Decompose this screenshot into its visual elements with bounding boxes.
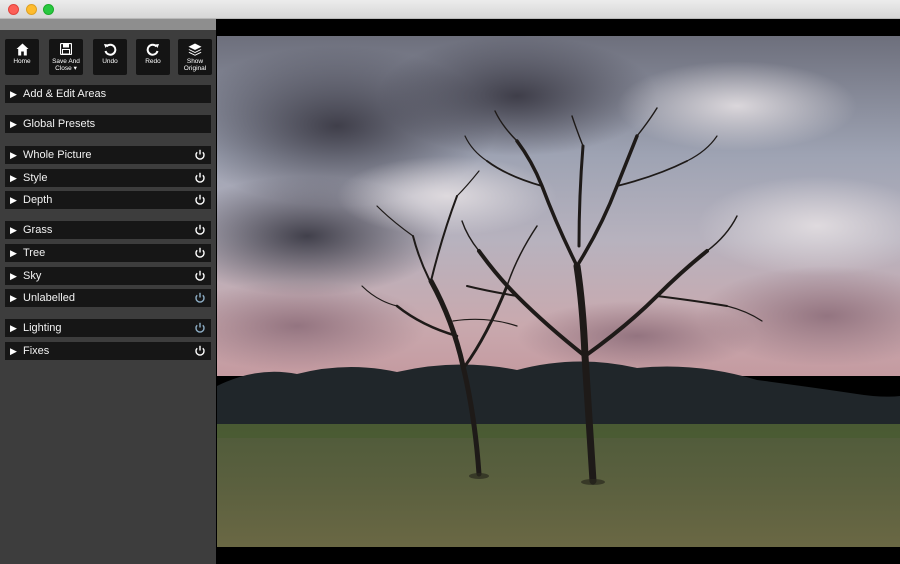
show-label-line1: Show	[186, 58, 204, 65]
save-and-close-label: Save And Close ▾	[52, 58, 80, 72]
power-icon[interactable]	[194, 194, 206, 206]
undo-button[interactable]: Undo	[93, 39, 127, 75]
section-unlabelled[interactable]: ▶ Unlabelled	[5, 289, 211, 307]
save-label-line1: Save And	[52, 58, 80, 65]
redo-label: Redo	[145, 58, 161, 65]
undo-icon	[103, 42, 117, 56]
section-sky[interactable]: ▶ Sky	[5, 267, 211, 285]
power-icon[interactable]	[194, 224, 206, 236]
section-lighting[interactable]: ▶ Lighting	[5, 319, 211, 337]
section-style[interactable]: ▶ Style	[5, 169, 211, 187]
section-depth[interactable]: ▶ Depth	[5, 191, 211, 209]
expand-arrow-icon: ▶	[10, 248, 17, 258]
power-icon[interactable]	[194, 149, 206, 161]
home-label: Home	[13, 58, 31, 65]
section-label: Depth	[23, 194, 53, 206]
section-global-presets[interactable]: ▶ Global Presets	[5, 115, 211, 133]
expand-arrow-icon: ▶	[10, 346, 17, 356]
expand-arrow-icon: ▶	[10, 271, 17, 281]
save-label-line2: Close ▾	[55, 65, 77, 72]
tree-shadow	[581, 479, 605, 485]
dusk-cloud	[517, 301, 757, 371]
section-label: Tree	[23, 247, 46, 259]
save-and-close-button[interactable]: Save And Close ▾	[49, 39, 83, 75]
grass-field	[217, 424, 900, 547]
section-label: Add & Edit Areas	[23, 88, 107, 100]
show-original-button[interactable]: Show Original	[178, 39, 212, 75]
redo-icon	[146, 42, 160, 56]
section-label: Sky	[23, 270, 42, 282]
power-icon[interactable]	[194, 345, 206, 357]
power-icon[interactable]	[194, 322, 206, 334]
section-add-edit-areas[interactable]: ▶ Add & Edit Areas	[5, 85, 211, 103]
home-icon	[16, 42, 29, 56]
section-label: Fixes	[23, 345, 50, 357]
title-bar	[0, 0, 900, 19]
section-fixes[interactable]: ▶ Fixes	[5, 342, 211, 360]
power-icon[interactable]	[194, 247, 206, 259]
redo-button[interactable]: Redo	[136, 39, 170, 75]
expand-arrow-icon: ▶	[10, 293, 17, 303]
section-label: Style	[23, 172, 48, 184]
expand-arrow-icon: ▶	[10, 119, 17, 129]
section-label: Lighting	[23, 322, 62, 334]
expand-arrow-icon: ▶	[10, 225, 17, 235]
light-cloud	[617, 61, 857, 151]
minimize-window-button[interactable]	[26, 4, 37, 15]
section-label: Whole Picture	[23, 149, 92, 161]
section-whole-picture[interactable]: ▶ Whole Picture	[5, 146, 211, 164]
sidebar-top-strip	[0, 19, 216, 30]
show-label-line2: Original	[183, 65, 207, 72]
storm-cloud	[377, 36, 657, 156]
close-window-button[interactable]	[8, 4, 19, 15]
tree-shadow	[469, 473, 489, 479]
section-label: Global Presets	[23, 118, 96, 130]
expand-arrow-icon: ▶	[10, 173, 17, 183]
section-label: Grass	[23, 224, 53, 236]
image-viewer[interactable]	[216, 19, 900, 564]
home-button[interactable]: Home	[5, 39, 39, 75]
maximize-window-button[interactable]	[43, 4, 54, 15]
expand-arrow-icon: ▶	[10, 195, 17, 205]
toolbar: Home Save And Close ▾ Undo Redo Show Ori…	[5, 39, 212, 75]
section-label: Unlabelled	[23, 292, 75, 304]
section-grass[interactable]: ▶ Grass	[5, 221, 211, 239]
section-tree[interactable]: ▶ Tree	[5, 244, 211, 262]
show-original-label: Show Original	[184, 58, 206, 72]
expand-arrow-icon: ▶	[10, 89, 17, 99]
field-edge	[217, 424, 900, 438]
app-window: Home Save And Close ▾ Undo Redo Show Ori…	[0, 0, 900, 564]
expand-arrow-icon: ▶	[10, 150, 17, 160]
power-icon[interactable]	[194, 172, 206, 184]
undo-label: Undo	[102, 58, 118, 65]
sidebar: Home Save And Close ▾ Undo Redo Show Ori…	[0, 19, 216, 564]
expand-arrow-icon: ▶	[10, 323, 17, 333]
photo-canvas	[217, 36, 900, 547]
save-icon	[60, 42, 72, 56]
layers-icon	[188, 42, 202, 56]
power-icon[interactable]	[194, 270, 206, 282]
power-icon[interactable]	[194, 292, 206, 304]
